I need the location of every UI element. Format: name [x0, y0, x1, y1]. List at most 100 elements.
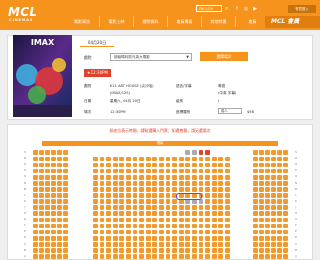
seat[interactable]: [271, 150, 276, 156]
seat[interactable]: [132, 180, 138, 186]
seat[interactable]: [39, 174, 44, 180]
seat[interactable]: [211, 180, 217, 186]
seat[interactable]: [259, 241, 264, 247]
seat[interactable]: [178, 168, 184, 174]
seat[interactable]: [225, 156, 230, 162]
seat[interactable]: [93, 248, 98, 253]
seat[interactable]: [253, 254, 258, 259]
seat[interactable]: [265, 223, 270, 229]
seat[interactable]: [63, 235, 68, 241]
seat[interactable]: [205, 162, 210, 168]
seat[interactable]: [165, 205, 171, 211]
seat[interactable]: [211, 156, 217, 162]
seat[interactable]: [218, 235, 224, 241]
seat[interactable]: [165, 235, 171, 241]
seat[interactable]: [159, 205, 164, 211]
seat[interactable]: [106, 174, 111, 180]
seat[interactable]: [165, 193, 171, 198]
seat[interactable]: [112, 168, 118, 174]
seat[interactable]: [132, 187, 138, 192]
seat[interactable]: [165, 180, 171, 186]
seat[interactable]: [265, 156, 270, 162]
seat[interactable]: [265, 193, 270, 198]
seat[interactable]: [119, 180, 125, 186]
seat[interactable]: [198, 150, 204, 156]
seat[interactable]: [57, 217, 62, 223]
seat[interactable]: [99, 187, 105, 192]
seat[interactable]: [112, 180, 118, 186]
seat[interactable]: [152, 235, 158, 241]
seat[interactable]: [126, 199, 131, 204]
seat[interactable]: [165, 168, 171, 174]
seat[interactable]: [99, 199, 105, 204]
seat[interactable]: [33, 254, 38, 259]
seat[interactable]: [93, 156, 98, 162]
seat[interactable]: [211, 248, 217, 253]
seat[interactable]: [93, 211, 98, 217]
seat[interactable]: [283, 217, 288, 223]
seat[interactable]: [192, 254, 197, 259]
seat[interactable]: [253, 205, 258, 211]
seat[interactable]: [253, 193, 258, 198]
seat[interactable]: [259, 235, 264, 241]
seat[interactable]: [132, 235, 138, 241]
seat[interactable]: [277, 150, 282, 156]
seat[interactable]: [106, 235, 111, 241]
seat[interactable]: [45, 168, 50, 174]
seat[interactable]: [126, 241, 131, 247]
seat[interactable]: [57, 150, 62, 156]
seat[interactable]: [145, 199, 151, 204]
seat[interactable]: [259, 193, 264, 198]
seat[interactable]: [259, 223, 264, 229]
language-select[interactable]: ENGLISH: [196, 5, 222, 12]
seat[interactable]: [271, 241, 276, 247]
seat[interactable]: [172, 211, 177, 217]
seat[interactable]: [283, 223, 288, 229]
seat[interactable]: [178, 162, 184, 168]
seat[interactable]: [106, 241, 111, 247]
seat[interactable]: [45, 162, 50, 168]
seat[interactable]: [126, 217, 131, 223]
seat[interactable]: [172, 180, 177, 186]
seat[interactable]: [198, 162, 204, 168]
seat[interactable]: [159, 180, 164, 186]
member-login-button[interactable]: 會員登入: [288, 5, 316, 13]
seat[interactable]: [106, 156, 111, 162]
seat[interactable]: [132, 156, 138, 162]
nav-item-offers[interactable]: 其他特惠: [201, 16, 235, 27]
seat[interactable]: [192, 211, 197, 217]
seat[interactable]: [159, 193, 164, 198]
seat[interactable]: [152, 205, 158, 211]
seat[interactable]: [39, 223, 44, 229]
seat[interactable]: [253, 174, 258, 180]
seat[interactable]: [106, 229, 111, 235]
seat[interactable]: [39, 254, 44, 259]
seat[interactable]: [119, 187, 125, 192]
seat[interactable]: [172, 168, 177, 174]
seat[interactable]: [63, 248, 68, 253]
seat[interactable]: [225, 235, 230, 241]
seat[interactable]: [45, 217, 50, 223]
seat[interactable]: [159, 229, 164, 235]
seat[interactable]: [57, 156, 62, 162]
seat[interactable]: [45, 254, 50, 259]
seat[interactable]: [63, 174, 68, 180]
seat[interactable]: [63, 180, 68, 186]
seat[interactable]: [165, 229, 171, 235]
seat[interactable]: [132, 254, 138, 259]
seat[interactable]: [45, 223, 50, 229]
member-banner[interactable]: MCL 會員: [265, 16, 320, 28]
seat[interactable]: [211, 211, 217, 217]
seat[interactable]: [39, 235, 44, 241]
nav-item-movie-info[interactable]: 電影資訊: [65, 16, 99, 27]
seat[interactable]: [159, 199, 164, 204]
seat[interactable]: [259, 211, 264, 217]
seat[interactable]: [45, 241, 50, 247]
seat[interactable]: [271, 229, 276, 235]
seat[interactable]: [119, 248, 125, 253]
seat[interactable]: [185, 217, 191, 223]
seat[interactable]: [106, 223, 111, 229]
seat[interactable]: [277, 223, 282, 229]
seat[interactable]: [225, 168, 230, 174]
seat[interactable]: [139, 199, 144, 204]
